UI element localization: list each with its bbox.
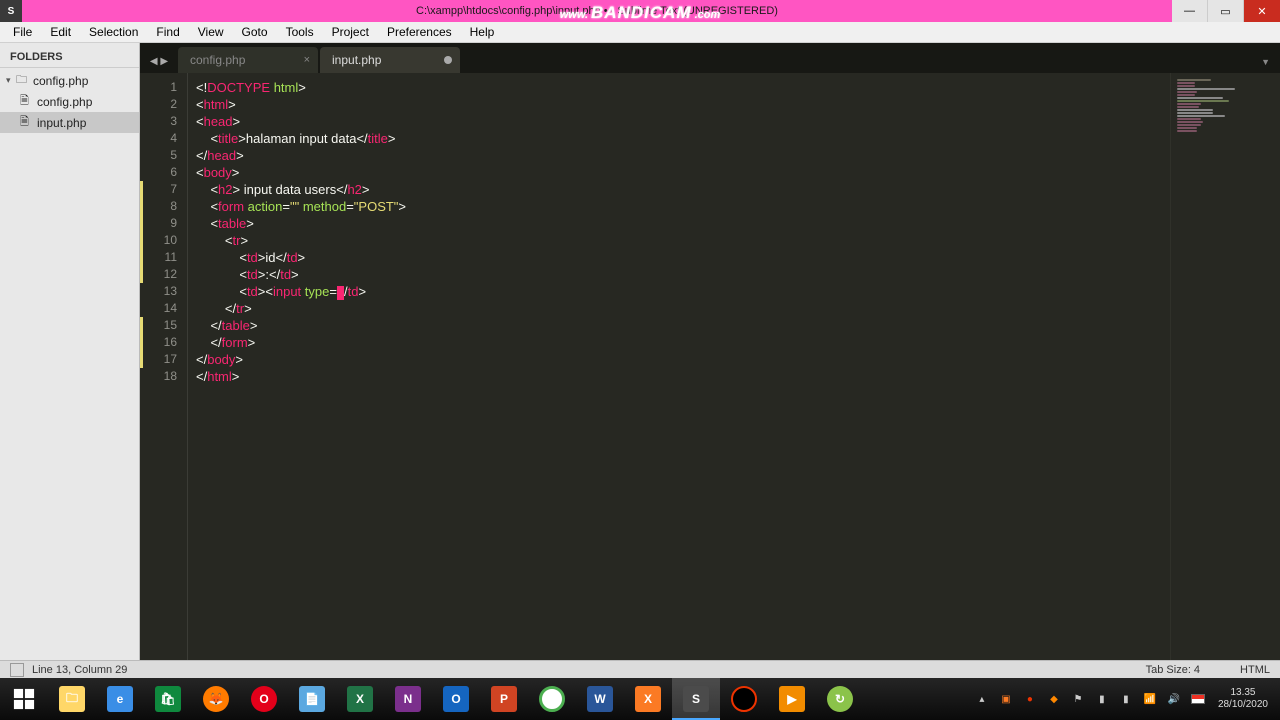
taskbar-store-icon[interactable]: 🛍 [144, 678, 192, 720]
folder-root[interactable]: ▾ 🗀 config.php [0, 70, 139, 91]
statusbar: Line 13, Column 29 Tab Size: 4 HTML [0, 660, 1280, 678]
taskbar-explorer-icon[interactable]: 🗀 [48, 678, 96, 720]
tray-flag-icon[interactable]: ⚑ [1070, 691, 1086, 707]
tab-config[interactable]: config.php × [178, 47, 318, 73]
code-content[interactable]: <!DOCTYPE html> <html> <head> <title>hal… [188, 73, 1280, 660]
menu-help[interactable]: Help [461, 25, 504, 39]
taskbar-word-icon[interactable]: W [576, 678, 624, 720]
tab-label: config.php [190, 53, 245, 67]
folder-label: config.php [33, 74, 88, 88]
taskbar-outlook-icon[interactable]: O [432, 678, 480, 720]
system-tray: ▴ ▣ ● ◆ ⚑ ▮ ▮ 📶 🔊 13.35 28/10/2020 [974, 687, 1280, 711]
file-label: input.php [37, 116, 86, 130]
sidebar: FOLDERS ▾ 🗀 config.php 🗎 config.php 🗎 in… [0, 43, 140, 660]
file-label: config.php [37, 95, 92, 109]
app-icon: S [0, 0, 22, 22]
tray-battery-icon[interactable]: ▮ [1094, 691, 1110, 707]
window-controls: — ▭ ✕ [1172, 0, 1280, 22]
dirty-indicator-icon [444, 56, 452, 64]
minimap[interactable] [1170, 73, 1280, 660]
file-icon: 🗎 [20, 92, 34, 111]
tabbar: ◀ ▶ config.php × input.php ▼ [140, 43, 1280, 73]
tray-volume-icon[interactable]: 🔊 [1166, 691, 1182, 707]
tray-show-hidden-icon[interactable]: ▴ [974, 691, 990, 707]
tray-record-icon[interactable]: ● [1022, 691, 1038, 707]
taskbar-powerpoint-icon[interactable]: P [480, 678, 528, 720]
taskbar-firefox-icon[interactable]: 🦊 [192, 678, 240, 720]
taskbar-xampp-icon[interactable]: X [624, 678, 672, 720]
menu-view[interactable]: View [189, 25, 233, 39]
menu-preferences[interactable]: Preferences [378, 25, 461, 39]
taskbar-media-icon[interactable]: ▶ [768, 678, 816, 720]
tab-input[interactable]: input.php [320, 47, 460, 73]
taskbar-ie-icon[interactable]: e [96, 678, 144, 720]
file-icon: 🗎 [20, 113, 34, 132]
tab-size[interactable]: Tab Size: 4 [1146, 664, 1200, 676]
menu-project[interactable]: Project [323, 25, 378, 39]
tray-lang-icon[interactable] [1190, 691, 1206, 707]
menubar: File Edit Selection Find View Goto Tools… [0, 22, 1280, 43]
line-gutter: 123456789101112131415161718 [140, 73, 188, 660]
taskbar: 🗀 e 🛍 🦊 O 📄 X N O P W X S ▶ ↻ ▴ ▣ ● ◆ ⚑ … [0, 678, 1280, 720]
menu-file[interactable]: File [4, 25, 41, 39]
menu-find[interactable]: Find [147, 25, 188, 39]
taskbar-excel-icon[interactable]: X [336, 678, 384, 720]
code-editor[interactable]: 123456789101112131415161718 <!DOCTYPE ht… [140, 73, 1280, 660]
maximize-button[interactable]: ▭ [1208, 0, 1244, 22]
chevron-down-icon: ▾ [6, 75, 16, 86]
taskbar-onenote-icon[interactable]: N [384, 678, 432, 720]
taskbar-notepad-icon[interactable]: 📄 [288, 678, 336, 720]
status-icon[interactable] [10, 663, 24, 677]
tray-app-icon[interactable]: ◆ [1046, 691, 1062, 707]
taskbar-sublime-icon[interactable]: S [672, 678, 720, 720]
taskbar-opera-icon[interactable]: O [240, 678, 288, 720]
start-button[interactable] [0, 678, 48, 720]
menu-edit[interactable]: Edit [41, 25, 80, 39]
folder-icon: 🗀 [16, 71, 30, 90]
close-button[interactable]: ✕ [1244, 0, 1280, 22]
tray-xampp-icon[interactable]: ▣ [998, 691, 1014, 707]
file-item[interactable]: 🗎 config.php [0, 91, 139, 112]
taskbar-bandicam-icon[interactable] [720, 678, 768, 720]
syntax-mode[interactable]: HTML [1240, 664, 1270, 676]
minimize-button[interactable]: — [1172, 0, 1208, 22]
tab-label: input.php [332, 53, 381, 67]
menu-goto[interactable]: Goto [233, 25, 277, 39]
tab-overflow-icon[interactable]: ▼ [1261, 57, 1280, 73]
file-item[interactable]: 🗎 input.php [0, 112, 139, 133]
menu-selection[interactable]: Selection [80, 25, 147, 39]
tray-signal-icon[interactable]: 📶 [1142, 691, 1158, 707]
taskbar-chrome-icon[interactable] [528, 678, 576, 720]
tab-nav-arrows[interactable]: ◀ ▶ [140, 56, 178, 73]
folders-header: FOLDERS [0, 47, 139, 68]
taskbar-clock[interactable]: 13.35 28/10/2020 [1214, 687, 1272, 711]
bandicam-watermark: www.BANDICAM.com [560, 3, 721, 23]
cursor-position: Line 13, Column 29 [32, 664, 127, 676]
taskbar-app-icon[interactable]: ↻ [816, 678, 864, 720]
close-icon[interactable]: × [304, 54, 310, 66]
menu-tools[interactable]: Tools [277, 25, 323, 39]
tray-network-icon[interactable]: ▮ [1118, 691, 1134, 707]
